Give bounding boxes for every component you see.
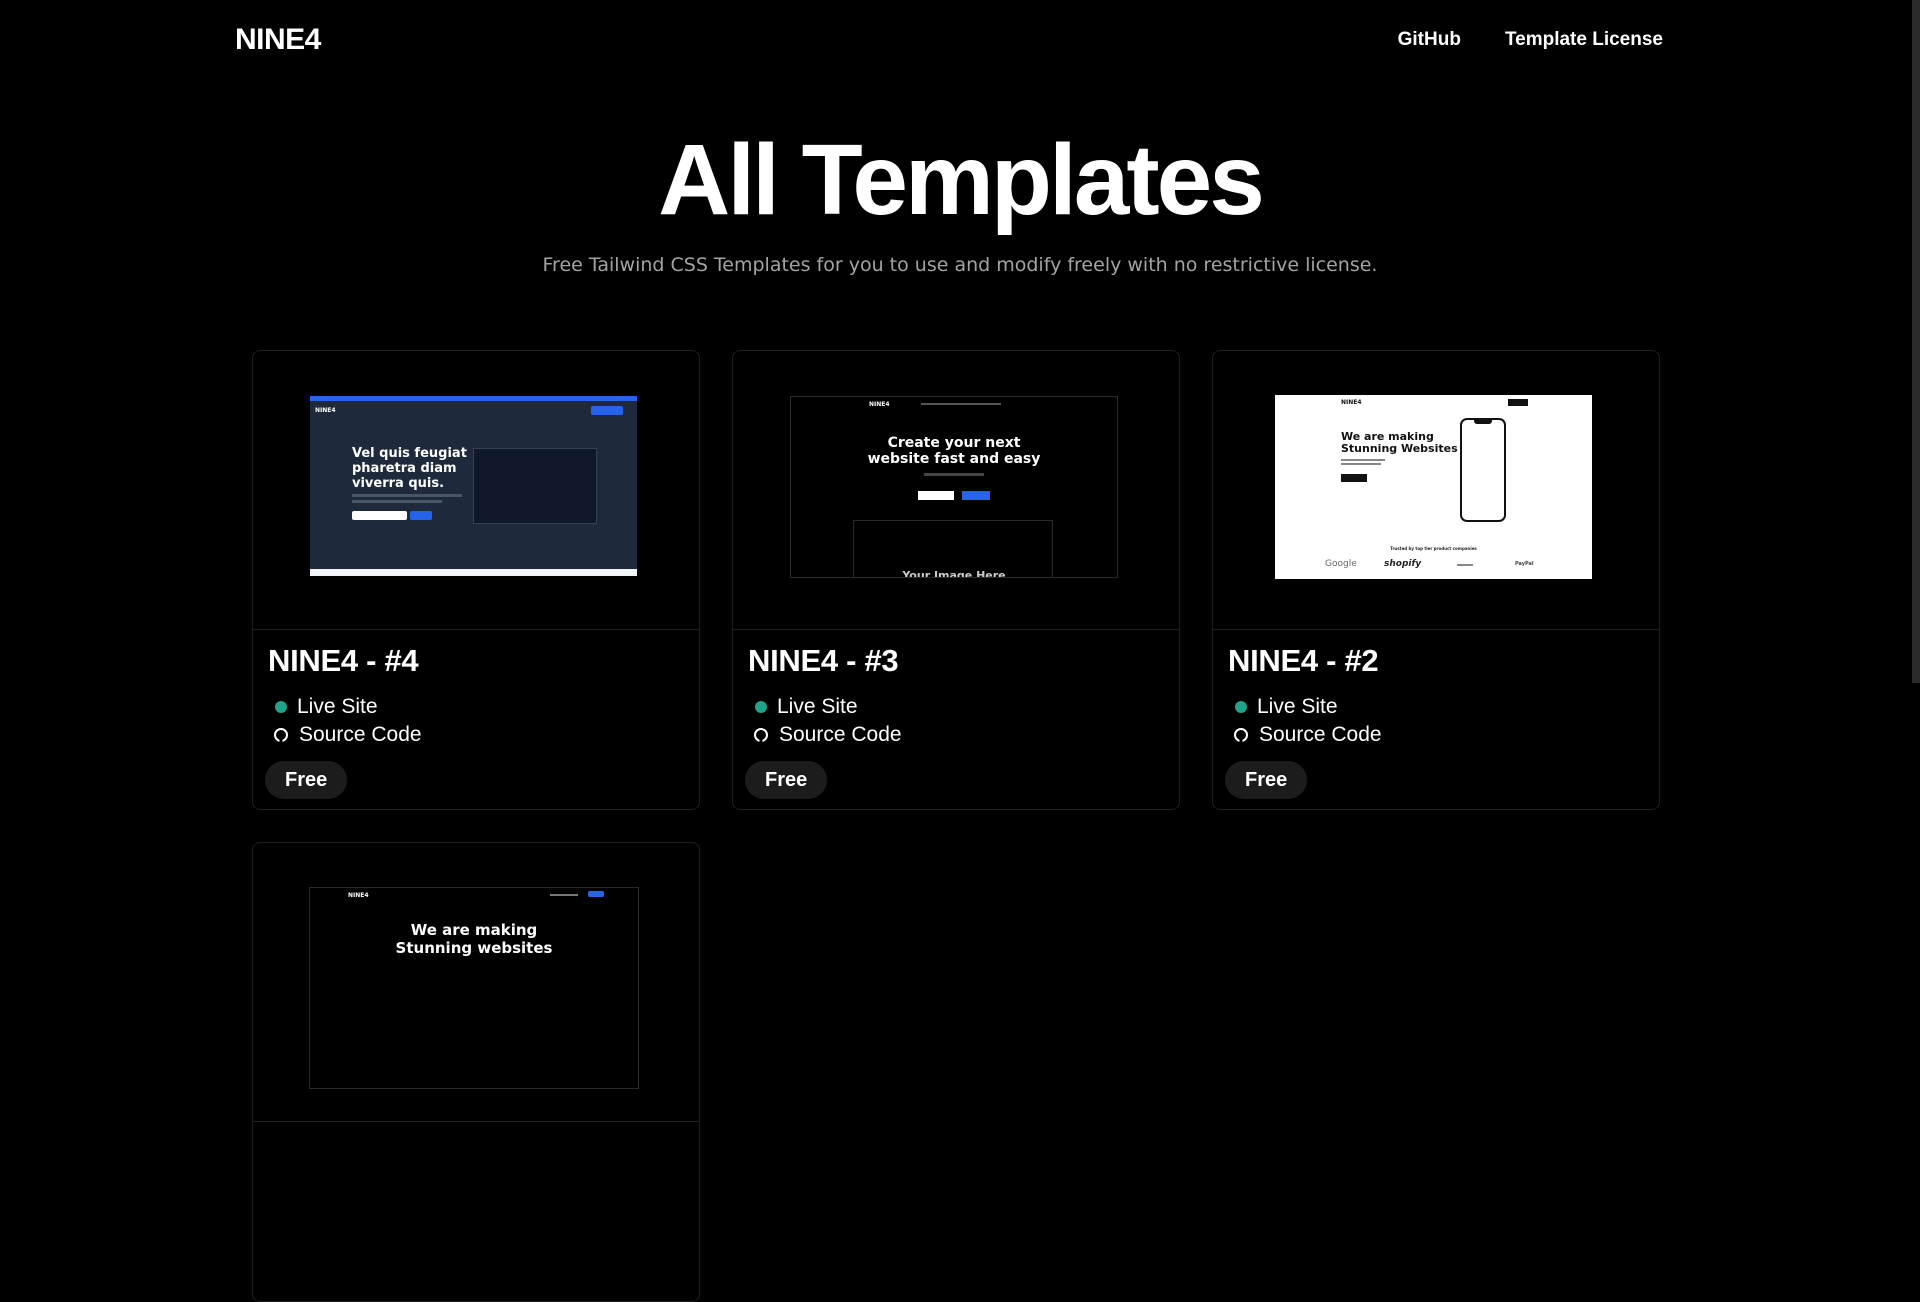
preview-logo-shopify: shopify — [1384, 559, 1422, 569]
preview-footer-strip — [310, 569, 637, 576]
page-subtitle: Free Tailwind CSS Templates for you to u… — [542, 254, 1378, 276]
preview-button — [962, 491, 990, 500]
live-site-label: Live Site — [297, 695, 378, 718]
top-nav: NINE4 GitHub Template License — [235, 20, 1663, 60]
preview-button — [410, 511, 432, 520]
preview-nav-items — [550, 894, 578, 896]
template-card: NINE4 Vel quis feugiat pharetra diam viv… — [252, 350, 700, 810]
page-title: All Templates — [658, 124, 1265, 236]
template-card: NINE4 Create your next website fast and … — [732, 350, 1180, 810]
preview-banner — [310, 396, 637, 401]
template-preview[interactable]: NINE4 Vel quis feugiat pharetra diam viv… — [253, 351, 699, 630]
live-site-label: Live Site — [777, 695, 858, 718]
preview-logo-paypal: PayPal — [1515, 561, 1534, 567]
preview-text-line — [1341, 463, 1381, 465]
template-card: NINE4 We are making Stunning Websites Tr… — [1212, 350, 1660, 810]
preview-screenshot: NINE4 Create your next website fast and … — [790, 396, 1118, 578]
preview-brand: NINE4 — [869, 401, 890, 408]
preview-image-box — [473, 448, 597, 524]
preview-button — [918, 491, 954, 500]
preview-headline: Vel quis feugiat pharetra diam viverra q… — [352, 446, 467, 491]
nav-links: GitHub Template License — [1398, 29, 1663, 51]
template-title: NINE4 - #2 — [1228, 643, 1379, 678]
template-card: NINE4 We are making Stunning websites — [252, 842, 700, 1302]
preview-input — [352, 511, 407, 520]
preview-brand: NINE4 — [1341, 399, 1362, 406]
preview-text-line — [924, 473, 984, 476]
preview-brand: NINE4 — [348, 892, 369, 899]
preview-trusted-label: Trusted by top tier product companies — [1390, 546, 1477, 551]
source-code-link[interactable]: Source Code — [1233, 723, 1382, 747]
live-site-link[interactable]: Live Site — [1233, 695, 1338, 719]
preview-text-line — [1341, 459, 1385, 461]
preview-nav-button — [588, 891, 604, 897]
preview-cta — [591, 406, 623, 415]
source-code-label: Source Code — [1259, 723, 1382, 746]
source-code-label: Source Code — [299, 723, 422, 746]
price-badge: Free — [1225, 761, 1308, 799]
preview-screenshot: NINE4 We are making Stunning websites — [309, 887, 639, 1089]
preview-nav-button — [1508, 399, 1528, 406]
preview-screenshot: NINE4 Vel quis feugiat pharetra diam viv… — [310, 396, 637, 576]
status-dot-icon — [1235, 701, 1247, 713]
template-preview[interactable]: NINE4 We are making Stunning websites — [253, 843, 699, 1122]
preview-text-line — [352, 500, 442, 503]
live-site-label: Live Site — [1257, 695, 1338, 718]
preview-logo-google: Google — [1325, 559, 1357, 569]
preview-button — [1341, 474, 1367, 482]
site-logo[interactable]: NINE4 — [235, 23, 321, 57]
preview-text-line — [352, 494, 462, 497]
preview-screenshot: NINE4 We are making Stunning Websites Tr… — [1275, 395, 1592, 579]
template-preview[interactable]: NINE4 We are making Stunning Websites Tr… — [1213, 351, 1659, 630]
source-code-link[interactable]: Source Code — [273, 723, 422, 747]
price-badge: Free — [265, 761, 348, 799]
page-scrollbar[interactable] — [1912, 0, 1920, 683]
status-dot-icon — [275, 701, 287, 713]
preview-image-label: Your Image Here — [902, 569, 1006, 578]
preview-headline: We are making Stunning websites — [395, 921, 553, 957]
price-badge: Free — [745, 761, 828, 799]
preview-brand: NINE4 — [315, 407, 336, 414]
live-site-link[interactable]: Live Site — [753, 695, 858, 719]
status-dot-icon — [755, 701, 767, 713]
live-site-link[interactable]: Live Site — [273, 695, 378, 719]
source-code-label: Source Code — [779, 723, 902, 746]
nav-link-template-license[interactable]: Template License — [1505, 29, 1663, 51]
preview-headline: Create your next website fast and easy — [867, 435, 1041, 467]
github-icon — [754, 728, 768, 742]
template-title: NINE4 - #3 — [748, 643, 899, 678]
github-icon — [1234, 728, 1248, 742]
source-code-link[interactable]: Source Code — [753, 723, 902, 747]
preview-logo-placeholder — [1457, 564, 1473, 566]
template-title: NINE4 - #4 — [268, 643, 419, 678]
preview-headline: We are making Stunning Websites — [1341, 430, 1458, 455]
phone-notch — [1474, 420, 1492, 424]
github-icon — [274, 728, 288, 742]
phone-mockup-icon — [1460, 418, 1506, 522]
nav-link-github[interactable]: GitHub — [1398, 29, 1461, 51]
template-preview[interactable]: NINE4 Create your next website fast and … — [733, 351, 1179, 630]
preview-nav-items — [921, 403, 1001, 405]
